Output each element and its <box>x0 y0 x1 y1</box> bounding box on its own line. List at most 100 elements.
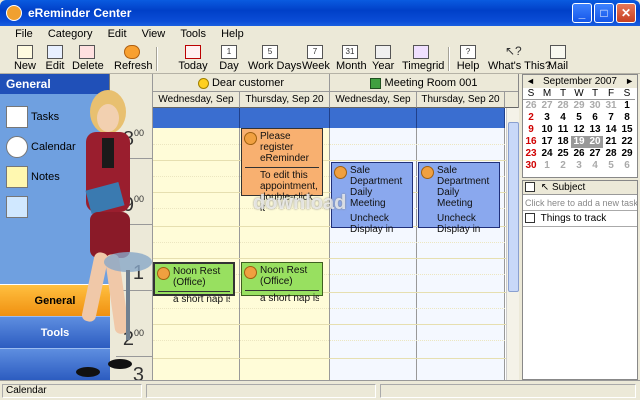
calendar-day-cell[interactable]: 14 <box>603 124 619 136</box>
contacts-icon <box>6 196 28 218</box>
watermark: download <box>253 192 347 214</box>
month-button[interactable]: 31 Month <box>336 45 367 73</box>
calendar-day-cell[interactable]: 24 <box>539 148 555 160</box>
allday-cell[interactable] <box>330 108 417 128</box>
calendar-day-cell[interactable]: 1 <box>539 160 555 172</box>
menu-file[interactable]: File <box>9 26 39 42</box>
calendar-day-cell[interactable]: 2 <box>555 160 571 172</box>
calendar-day-cell[interactable]: 16 <box>523 136 539 148</box>
calendar-day-cell[interactable]: 21 <box>603 136 619 148</box>
allday-cell[interactable] <box>240 108 330 128</box>
calendar-day-cell[interactable]: 22 <box>619 136 635 148</box>
new-button[interactable]: New <box>12 45 38 73</box>
timegrid-button[interactable]: Timegrid <box>402 45 444 73</box>
year-button[interactable]: Year <box>372 45 394 73</box>
appointment-register[interactable]: Please register eReminder To edit this a… <box>241 128 323 214</box>
calendar-day-cell[interactable]: 12 <box>571 124 587 136</box>
calendar-day-cell[interactable]: 30 <box>523 160 539 172</box>
workdays-button[interactable]: 5 Work Days <box>248 45 302 73</box>
edit-button[interactable]: Edit <box>42 45 68 73</box>
calendar-day-cell[interactable]: 3 <box>571 160 587 172</box>
tab-tools[interactable]: Tools <box>0 316 110 348</box>
calendar-day-cell[interactable]: 7 <box>603 112 619 124</box>
scrollbar-thumb[interactable] <box>508 122 519 292</box>
calendar-day-cell[interactable]: 26 <box>523 100 539 112</box>
tab-general[interactable]: General <box>0 284 110 316</box>
calendar-day-cell[interactable]: 27 <box>539 100 555 112</box>
minimize-button[interactable]: _ <box>572 3 592 23</box>
calendar-day-cell[interactable]: 3 <box>539 112 555 124</box>
prev-month-icon[interactable]: ◄ <box>526 75 535 88</box>
calendar-day-cell[interactable]: 20 <box>587 136 603 148</box>
calendar-day-cell[interactable]: 5 <box>603 160 619 172</box>
calendar-day-cell[interactable]: 30 <box>587 100 603 112</box>
day-header[interactable]: Wednesday, Sep 19 <box>330 92 417 121</box>
calendar-day-cell[interactable]: 25 <box>555 148 571 160</box>
calendar-day-cell[interactable]: 8 <box>619 112 635 124</box>
hour-line <box>116 224 152 225</box>
appointment-sale-2[interactable]: Sale Department Daily Meeting Uncheck Di… <box>418 162 500 235</box>
day-button[interactable]: 1 Day <box>218 45 240 73</box>
help-button[interactable]: ? Help <box>456 45 480 73</box>
calendar-day-cell[interactable]: 31 <box>603 100 619 112</box>
close-button[interactable]: ✕ <box>616 3 636 23</box>
delete-button[interactable]: Delete <box>72 45 104 73</box>
calendar-day-cell[interactable]: 15 <box>619 124 635 136</box>
calendar-day-cell[interactable]: 26 <box>571 148 587 160</box>
task-checkbox[interactable] <box>525 213 535 224</box>
calendar-day-cell[interactable]: 29 <box>571 100 587 112</box>
appointment-noon-2[interactable]: Noon Rest (Office) a short nap is... <box>241 262 323 304</box>
calendar-day-cell[interactable]: 27 <box>587 148 603 160</box>
notes-icon <box>6 166 28 188</box>
day-header[interactable]: Thursday, Sep 20 <box>240 92 330 108</box>
calendar-day-cell[interactable]: 11 <box>555 124 571 136</box>
mail-button[interactable]: Mail <box>546 45 570 73</box>
calendar-day-cell[interactable]: 29 <box>619 148 635 160</box>
day-header[interactable]: Wednesday, Sep 19 <box>153 92 240 121</box>
menu-help[interactable]: Help <box>215 26 250 42</box>
recurring-icon <box>421 166 434 179</box>
appointment-noon-1[interactable]: Noon Rest (Office) a short nap is... <box>153 262 235 305</box>
day-column[interactable] <box>153 128 240 380</box>
mini-calendar-grid[interactable]: S M T W T F S 26 27 28 29 30 31 1 2 3 4 5 6 7 8 9 10 11 12 13 14 15… <box>523 88 637 172</box>
sidebar-item-tasks[interactable]: Tasks <box>6 106 59 128</box>
calendar-day-cell[interactable]: 4 <box>587 160 603 172</box>
menu-tools[interactable]: Tools <box>174 26 212 42</box>
menu-view[interactable]: View <box>136 26 172 42</box>
refresh-button[interactable]: Refresh <box>114 45 153 73</box>
calendar-day-cell[interactable]: 23 <box>523 148 539 160</box>
calendar-day-cell[interactable]: 17 <box>539 136 555 148</box>
calendar-day-cell[interactable]: 9 <box>523 124 539 136</box>
today-button[interactable]: Today <box>178 45 208 73</box>
sidebar-item-notes[interactable]: Notes <box>6 166 60 188</box>
tab-empty[interactable] <box>0 348 110 380</box>
whatsthis-button[interactable]: ↖? What's This? <box>488 45 551 73</box>
weekday-label: T <box>555 88 571 100</box>
sidebar-item-calendar[interactable]: Calendar <box>6 136 76 158</box>
calendar-day-cell[interactable]: 18 <box>555 136 571 148</box>
calendar-day-cell[interactable]: 13 <box>587 124 603 136</box>
allday-cell[interactable] <box>153 108 240 128</box>
vertical-scrollbar[interactable] <box>506 108 519 380</box>
task-row[interactable]: Things to track <box>523 211 637 227</box>
day-header[interactable]: Thursday, Sep 20 <box>417 92 505 108</box>
next-month-icon[interactable]: ► <box>625 75 634 88</box>
allday-cell[interactable] <box>417 108 505 128</box>
week-button[interactable]: 7 Week <box>302 45 330 73</box>
calendar-day-cell[interactable]: 5 <box>571 112 587 124</box>
calendar-day-cell[interactable]: 28 <box>555 100 571 112</box>
calendar-day-cell[interactable]: 6 <box>619 160 635 172</box>
calendar-day-cell[interactable]: 6 <box>587 112 603 124</box>
menu-category[interactable]: Category <box>42 26 99 42</box>
sidebar-item-contacts[interactable] <box>6 196 31 218</box>
maximize-button[interactable]: □ <box>594 3 614 23</box>
timegrid-icon <box>413 45 429 59</box>
calendar-day-cell[interactable]: 2 <box>523 112 539 124</box>
calendar-day-cell[interactable]: 19 <box>571 136 587 148</box>
calendar-day-cell[interactable]: 1 <box>619 100 635 112</box>
calendar-day-cell[interactable]: 28 <box>603 148 619 160</box>
calendar-day-cell[interactable]: 4 <box>555 112 571 124</box>
calendar-day-cell[interactable]: 10 <box>539 124 555 136</box>
add-task-field[interactable]: Click here to add a new task <box>523 195 637 211</box>
menu-edit[interactable]: Edit <box>102 26 133 42</box>
